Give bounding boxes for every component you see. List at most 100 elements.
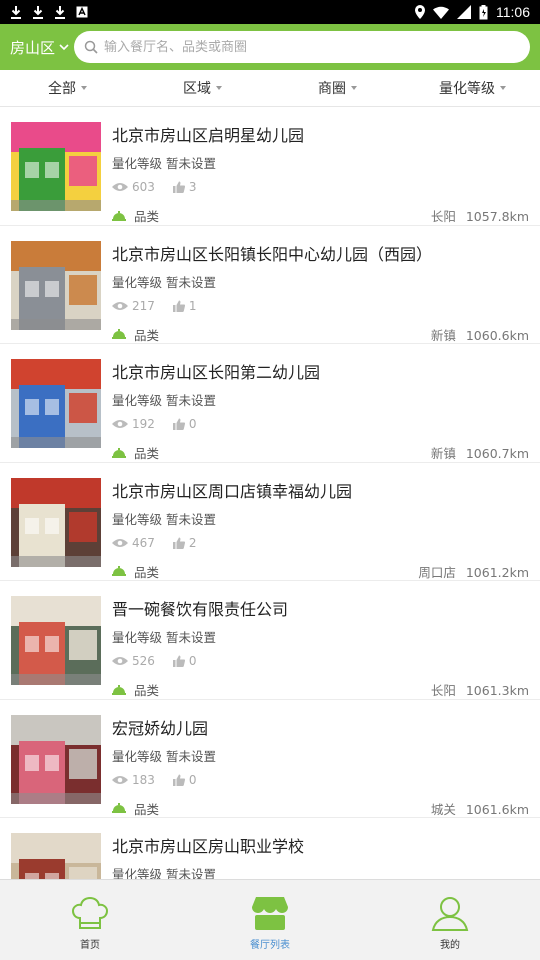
quantified-grade: 量化等级 暂未设置 — [112, 509, 216, 528]
restaurant-stats: 183 0 — [112, 773, 215, 787]
restaurant-name: 北京市房山区长阳第二幼儿园 — [112, 363, 321, 382]
tab-home[interactable]: 首页 — [0, 880, 180, 960]
like-count: 0 — [188, 417, 197, 431]
distance: 1060.6km — [465, 327, 529, 343]
restaurant-stats: 467 2 — [112, 536, 215, 550]
like-count: 3 — [188, 180, 197, 194]
restaurant-list-item[interactable]: 北京市房山区周口店镇幸福幼儿园 量化等级 暂未设置 467 2 品类 周口店 10… — [0, 463, 540, 581]
thumbs-up-icon — [172, 655, 185, 667]
like-count: 1 — [188, 298, 197, 313]
restaurant-list-item[interactable]: 晋一碗餐饮有限责任公司 量化等级 暂未设置 526 0 品类 长阳 1061.3k… — [0, 581, 540, 700]
restaurant-list-item[interactable]: 北京市房山区长阳镇长阳中心幼儿园（西园） 量化等级 暂未设置 217 1 品类 … — [0, 226, 540, 344]
restaurant-list-item[interactable]: 宏冠娇幼儿园 量化等级 暂未设置 183 0 品类 城关 1061.6km — [0, 700, 540, 818]
tab-label: 餐厅列表 — [250, 940, 290, 951]
food-dome-icon — [112, 684, 126, 695]
quantified-grade: 量化等级 暂未设置 — [112, 272, 216, 291]
food-dome-icon — [112, 566, 126, 576]
restaurant-category: 品类 — [112, 325, 159, 344]
filter-all[interactable]: 全部 — [0, 70, 135, 106]
search-box[interactable] — [74, 31, 530, 63]
restaurant-list-item[interactable]: 北京市房山区房山职业学校 量化等级 暂未设置 — [0, 818, 540, 879]
top-header: 房山区 — [0, 24, 540, 70]
download-icon — [11, 6, 21, 19]
restaurant-location: 新镇 1060.6km — [431, 325, 529, 344]
view-count: 603 — [132, 180, 155, 194]
tab-mine[interactable]: 我的 — [360, 880, 540, 960]
like-count: 0 — [188, 654, 197, 668]
filter-quantified-grade[interactable]: 量化等级 — [405, 70, 540, 106]
filter-label: 全部 — [48, 81, 76, 97]
view-count: 192 — [132, 417, 155, 431]
category-label: 品类 — [134, 446, 160, 461]
tab-restaurant-list[interactable]: 餐厅列表 — [180, 880, 360, 960]
restaurant-location: 城关 1061.6km — [431, 799, 529, 818]
view-count: 526 — [132, 654, 155, 668]
restaurant-category: 品类 — [112, 443, 159, 462]
restaurant-list-item[interactable]: 北京市房山区启明星幼儿园 量化等级 暂未设置 603 3 品类 长阳 1057.8… — [0, 107, 540, 226]
grade-label: 量化等级 — [112, 748, 163, 764]
restaurant-location: 长阳 1057.8km — [431, 206, 529, 225]
restaurant-stats: 217 1 — [112, 299, 215, 313]
download-icon — [33, 6, 43, 19]
grade-value: 暂未设置 — [166, 156, 217, 171]
category-label: 品类 — [134, 801, 160, 817]
restaurant-thumbnail — [11, 477, 101, 567]
restaurant-thumbnail — [11, 240, 101, 330]
grade-label: 量化等级 — [112, 511, 163, 527]
bottom-tab-bar: 首页 餐厅列表 我的 — [0, 879, 540, 960]
chef-hat-icon — [71, 896, 109, 929]
tab-label: 首页 — [80, 940, 100, 951]
distance: 1060.7km — [465, 446, 529, 461]
dropdown-arrow-icon — [81, 86, 87, 90]
filter-business-district[interactable]: 商圈 — [270, 70, 405, 106]
restaurant-name: 北京市房山区启明星幼儿园 — [112, 126, 305, 145]
thumbs-up-icon — [172, 181, 185, 193]
thumbs-up-icon — [172, 300, 185, 312]
eye-icon — [112, 420, 128, 428]
dropdown-arrow-icon — [351, 86, 357, 90]
filter-label: 商圈 — [318, 81, 346, 97]
restaurant-location: 长阳 1061.3km — [431, 680, 529, 699]
restaurant-list[interactable]: 北京市房山区启明星幼儿园 量化等级 暂未设置 603 3 品类 长阳 1057.8… — [0, 107, 540, 879]
grade-value: 暂未设置 — [166, 274, 217, 290]
search-icon — [84, 40, 98, 54]
view-count: 467 — [132, 535, 155, 550]
food-dome-icon — [112, 210, 126, 221]
dropdown-arrow-icon — [216, 86, 222, 90]
thumbs-up-icon — [172, 774, 185, 786]
area-name: 长阳 — [430, 209, 456, 224]
restaurant-name: 宏冠娇幼儿园 — [112, 718, 209, 738]
district-selector[interactable]: 房山区 — [10, 37, 74, 58]
filter-bar: 全部 区域 商圈 量化等级 — [0, 70, 540, 107]
category-label: 品类 — [134, 683, 160, 698]
food-dome-icon — [112, 803, 126, 813]
district-label: 房山区 — [10, 38, 56, 57]
restaurant-category: 品类 — [112, 799, 159, 818]
app-notification-icon — [76, 6, 88, 18]
food-dome-icon — [112, 329, 126, 339]
quantified-grade: 量化等级 暂未设置 — [112, 746, 216, 765]
area-name: 新镇 — [430, 446, 456, 461]
area-name: 城关 — [430, 801, 456, 817]
chevron-down-icon — [59, 43, 69, 50]
restaurant-thumbnail — [11, 596, 101, 685]
search-input[interactable] — [104, 39, 520, 55]
eye-icon — [112, 301, 128, 310]
area-name: 长阳 — [430, 683, 456, 698]
eye-icon — [112, 183, 128, 191]
category-label: 品类 — [134, 327, 160, 343]
eye-icon — [112, 775, 128, 784]
restaurant-category: 品类 — [112, 562, 159, 581]
grade-label: 量化等级 — [112, 274, 163, 290]
view-count: 183 — [132, 772, 155, 787]
restaurant-name: 北京市房山区长阳镇长阳中心幼儿园（西园） — [112, 244, 433, 264]
user-icon — [431, 897, 469, 931]
quantified-grade: 量化等级 暂未设置 — [112, 153, 216, 172]
restaurant-name: 北京市房山区周口店镇幸福幼儿园 — [112, 481, 353, 501]
filter-region[interactable]: 区域 — [135, 70, 270, 106]
clock: 11:06 — [496, 4, 530, 20]
grade-value: 暂未设置 — [166, 867, 217, 879]
eye-icon — [112, 538, 128, 547]
restaurant-list-item[interactable]: 北京市房山区长阳第二幼儿园 量化等级 暂未设置 192 0 品类 新镇 1060.… — [0, 344, 540, 463]
signal-icon — [457, 5, 471, 19]
